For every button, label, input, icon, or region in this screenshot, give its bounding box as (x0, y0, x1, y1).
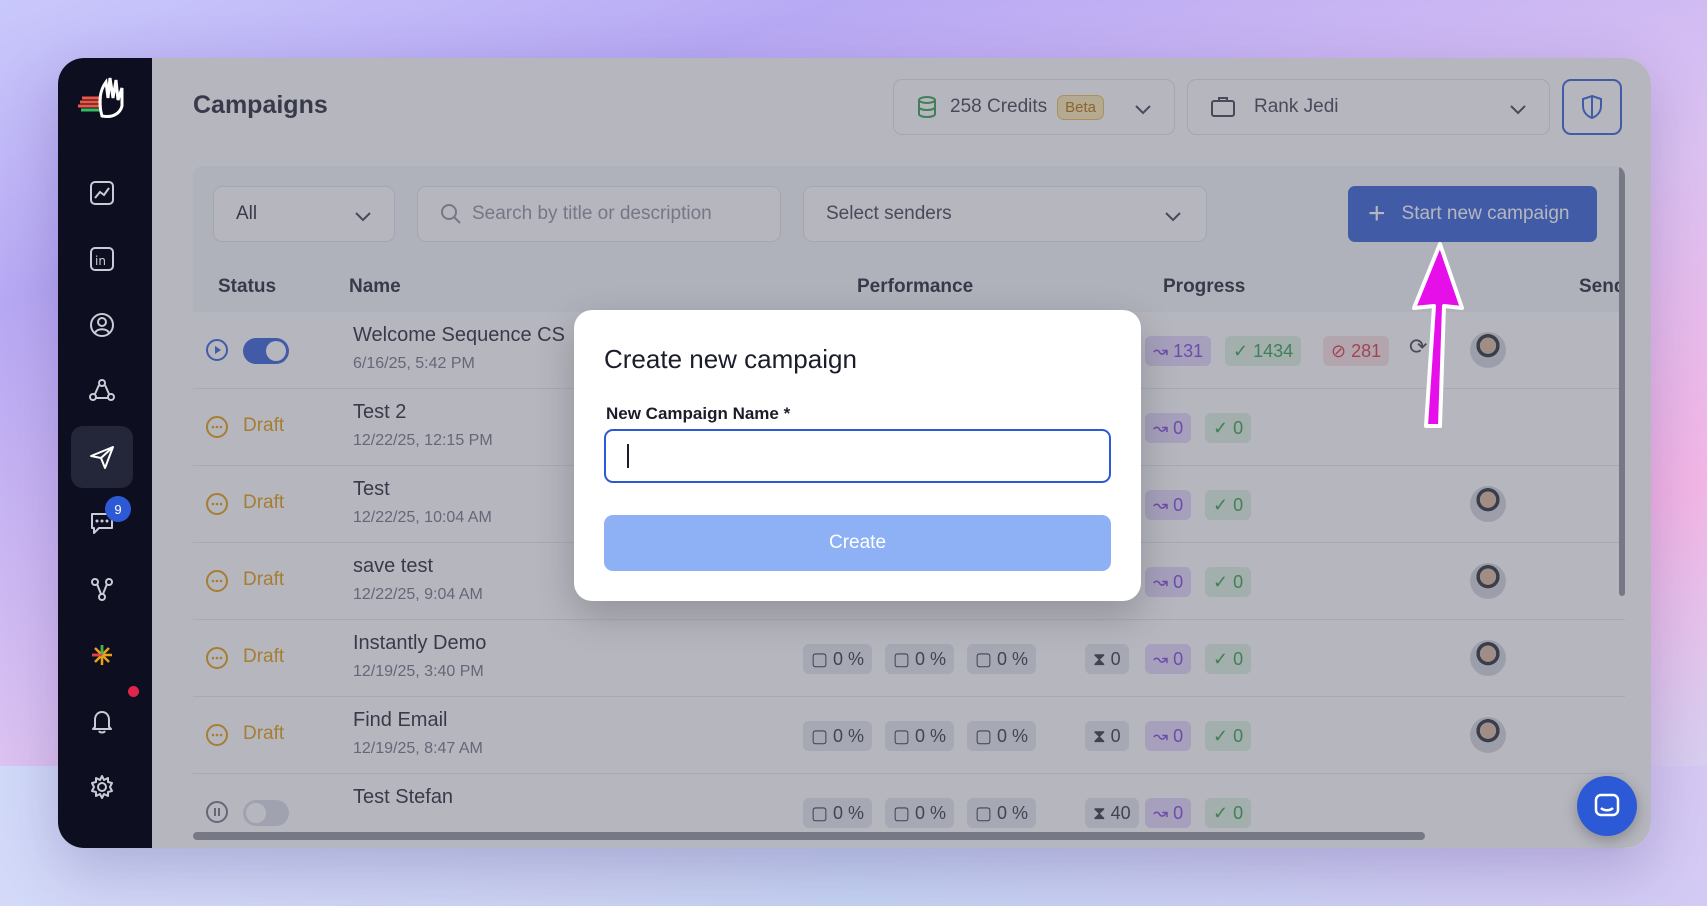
svg-text:in: in (95, 254, 106, 268)
sidebar-item-integrations[interactable] (71, 558, 133, 620)
modal-title: Create new campaign (604, 344, 857, 374)
sidebar-item-ai[interactable] (71, 624, 133, 686)
annotation-arrow-up-icon (1412, 242, 1464, 428)
sidebar-item-profile[interactable] (71, 294, 133, 356)
text-caret (627, 444, 629, 468)
network-icon (89, 379, 115, 401)
webhook-icon (91, 578, 113, 601)
create-campaign-modal: Create new campaign New Campaign Name * … (574, 310, 1141, 601)
chat-bubble-icon (1594, 793, 1620, 817)
sparkle-icon (92, 645, 112, 665)
send-icon (90, 446, 114, 469)
messages-count-badge: 9 (105, 496, 131, 522)
sidebar-item-linkedin[interactable]: in (71, 228, 133, 290)
sidebar-item-network[interactable] (71, 360, 133, 422)
sidebar-item-messages[interactable]: 9 (71, 492, 133, 554)
logo-hand-icon (78, 77, 124, 118)
sidebar: in 9 (58, 58, 152, 848)
sidebar-item-notifications[interactable] (71, 686, 139, 752)
support-chat-button[interactable] (1577, 776, 1637, 836)
sidebar-item-settings[interactable] (71, 756, 133, 818)
notification-dot (128, 686, 139, 697)
gear-icon (91, 775, 113, 799)
sidebar-item-analytics[interactable] (71, 162, 133, 224)
linkedin-icon: in (90, 247, 114, 271)
sidebar-item-campaigns[interactable] (71, 426, 133, 488)
bell-icon (92, 711, 112, 734)
chart-icon (90, 181, 114, 205)
create-button[interactable]: Create (604, 515, 1111, 571)
campaign-name-label: New Campaign Name * (606, 404, 791, 423)
campaign-name-input[interactable] (604, 429, 1111, 483)
user-circle-icon (90, 313, 114, 337)
